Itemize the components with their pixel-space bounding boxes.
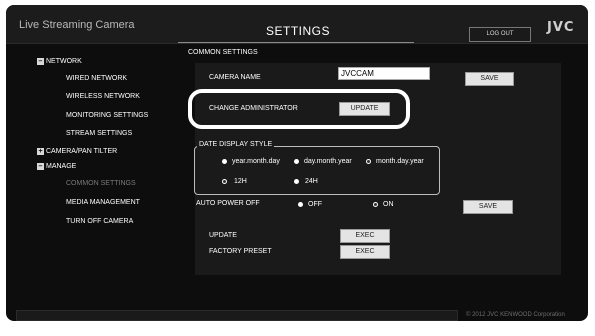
brand-logo: JVC [547,20,575,35]
collapse-icon[interactable]: – [37,163,44,170]
radio-12h[interactable] [222,179,227,184]
sidebar-item-manage[interactable]: MANAGE [46,163,76,170]
update-label: UPDATE [209,232,237,239]
radio-auto-power-off[interactable] [298,202,303,207]
auto-power-on-option: ON [383,201,394,208]
date-display-style-group [194,146,440,195]
save-auto-power-button[interactable]: SAVE [463,200,513,214]
status-bar [16,310,458,321]
sidebar-item-wired-network[interactable]: WIRED NETWORK [66,75,127,82]
camera-name-label: CAMERA NAME [209,74,261,81]
expand-icon[interactable]: + [37,148,44,155]
main-panel: COMMON SETTINGS CAMERA NAME SAVE CHANGE … [188,43,588,321]
update-administrator-button[interactable]: UPDATE [339,102,390,116]
date-format-label: month.day.year [376,158,424,165]
sidebar: – NETWORK WIRED NETWORK WIRELESS NETWORK… [6,43,181,313]
save-button[interactable]: SAVE [465,72,514,86]
radio-month-day-year[interactable] [366,159,371,164]
section-title: COMMON SETTINGS [188,49,258,56]
sidebar-item-wireless-network[interactable]: WIRELESS NETWORK [66,93,140,100]
radio-day-month-year[interactable] [294,159,299,164]
factory-preset-label: FACTORY PRESET [209,248,272,255]
radio-24h[interactable] [294,179,299,184]
app-window: Live Streaming Camera SETTINGS LOG OUT J… [6,5,588,321]
date-format-label: day.month.year [304,158,352,165]
camera-name-input[interactable] [338,67,430,80]
logout-button[interactable]: LOG OUT [469,27,531,42]
sidebar-item-stream-settings[interactable]: STREAM SETTINGS [66,130,132,137]
sidebar-item-camera-pan-tilter[interactable]: CAMERA/PAN TILTER [46,148,117,155]
sidebar-item-common-settings: COMMON SETTINGS [66,180,136,187]
sidebar-item-network[interactable]: NETWORK [46,58,82,65]
top-bar: Live Streaming Camera SETTINGS LOG OUT J… [6,5,588,44]
app-title: Live Streaming Camera [19,19,135,31]
update-exec-button[interactable]: EXEC [340,229,390,243]
sidebar-item-turn-off-camera[interactable]: TURN OFF CAMERA [66,218,133,225]
time-format-label: 24H [305,178,318,185]
sidebar-item-media-management[interactable]: MEDIA MANAGEMENT [66,199,140,206]
factory-preset-exec-button[interactable]: EXEC [340,245,390,259]
radio-year-month-day[interactable] [222,159,227,164]
date-display-style-label: DATE DISPLAY STYLE [197,141,275,148]
collapse-icon[interactable]: – [37,58,44,65]
copyright-text: © 2012 JVC KENWOOD Corporation [466,312,565,318]
radio-auto-power-on[interactable] [373,202,378,207]
change-administrator-label: CHANGE ADMINISTRATOR [209,105,298,112]
page-title: SETTINGS [266,24,331,38]
time-format-label: 12H [234,178,247,185]
auto-power-off-option: OFF [308,201,322,208]
date-format-label: year.month.day [232,158,280,165]
sidebar-item-monitoring-settings[interactable]: MONITORING SETTINGS [66,112,148,119]
auto-power-off-label: AUTO POWER OFF [196,200,260,207]
